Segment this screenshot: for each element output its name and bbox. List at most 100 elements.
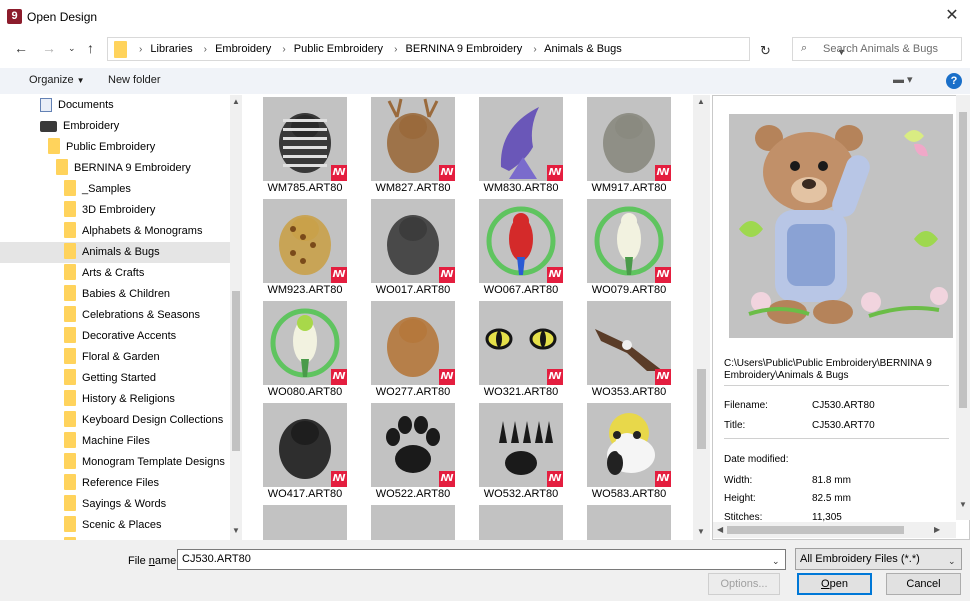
gallery-scroll-thumb[interactable] bbox=[697, 369, 706, 449]
file-name-label[interactable]: WO417.ART80 bbox=[243, 488, 367, 500]
tree-item[interactable]: Public Embroidery bbox=[0, 137, 230, 158]
tree-item[interactable]: Sayings & Words bbox=[0, 494, 230, 515]
file-name-label[interactable]: WO017.ART80 bbox=[351, 284, 475, 296]
tree-item[interactable]: History & Religions bbox=[0, 389, 230, 410]
file-name-label[interactable]: WM923.ART80 bbox=[243, 284, 367, 296]
tree-item[interactable]: Decorative Accents bbox=[0, 326, 230, 347]
breadcrumb-animals-bugs[interactable]: Animals & Bugs bbox=[544, 43, 622, 55]
options-button[interactable]: Options... bbox=[708, 573, 780, 595]
file-thumbnail[interactable]: ꟿ bbox=[371, 97, 455, 181]
tree-item[interactable]: Keyboard Design Collections bbox=[0, 410, 230, 431]
scroll-down-icon[interactable]: ▼ bbox=[697, 527, 705, 536]
file-thumbnail[interactable]: ꟿ bbox=[371, 301, 455, 385]
file-tile[interactable]: ꟿ WO522.ART80 bbox=[351, 403, 459, 503]
tree-item[interactable]: Celebrations & Seasons bbox=[0, 305, 230, 326]
search-box[interactable]: ⌕ Search Animals & Bugs bbox=[792, 37, 962, 61]
tree-item[interactable]: Machine Files bbox=[0, 431, 230, 452]
close-icon[interactable]: ✕ bbox=[942, 6, 962, 26]
tree-item[interactable]: Animals & Bugs bbox=[0, 242, 230, 263]
file-name-label[interactable]: WM917.ART80 bbox=[567, 182, 691, 194]
file-tile[interactable]: ꟿ WM785.ART80 bbox=[243, 97, 351, 197]
file-thumbnail[interactable]: ꟿ bbox=[263, 301, 347, 385]
file-thumbnail[interactable] bbox=[479, 505, 563, 540]
file-name-label[interactable]: WO583.ART80 bbox=[567, 488, 691, 500]
tree-item[interactable]: Monogram Template Designs bbox=[0, 452, 230, 473]
breadcrumb-bernina-9-embroidery[interactable]: BERNINA 9 Embroidery bbox=[406, 43, 523, 55]
up-arrow-icon[interactable]: ↑ bbox=[87, 40, 94, 56]
file-name-label[interactable]: WO532.ART80 bbox=[459, 488, 583, 500]
new-folder-button[interactable]: New folder bbox=[108, 74, 161, 86]
file-thumbnail[interactable]: ꟿ bbox=[587, 97, 671, 181]
file-thumbnail[interactable]: ꟿ bbox=[587, 403, 671, 487]
file-type-select[interactable]: All Embroidery Files (*.*) bbox=[795, 548, 962, 570]
file-tile[interactable]: ꟿ WO417.ART80 bbox=[243, 403, 351, 503]
breadcrumb-libraries[interactable]: Libraries bbox=[150, 43, 192, 55]
file-type-dropdown-icon[interactable]: ⌄ bbox=[948, 556, 956, 567]
file-name-label[interactable]: WM830.ART80 bbox=[459, 182, 583, 194]
file-tile[interactable]: ꟿ WM917.ART80 bbox=[567, 97, 675, 197]
file-tile[interactable]: ꟿ WO321.ART80 bbox=[459, 301, 567, 401]
refresh-icon[interactable]: ↻ bbox=[760, 43, 771, 59]
cancel-button[interactable]: Cancel bbox=[886, 573, 961, 595]
file-tile[interactable]: ꟿ WO080.ART80 bbox=[243, 301, 351, 401]
file-tile[interactable]: ꟿ WM923.ART80 bbox=[243, 199, 351, 299]
file-thumbnail[interactable]: ꟿ bbox=[587, 199, 671, 283]
tree-item[interactable]: 3D Embroidery bbox=[0, 200, 230, 221]
search-input[interactable]: Search Animals & Bugs bbox=[823, 43, 938, 55]
file-tile[interactable]: ꟿ WM827.ART80 bbox=[351, 97, 459, 197]
scroll-up-icon[interactable]: ▲ bbox=[232, 97, 240, 106]
file-thumbnail[interactable]: ꟿ bbox=[479, 403, 563, 487]
file-name-label[interactable]: WO522.ART80 bbox=[351, 488, 475, 500]
back-arrow-icon[interactable]: ← bbox=[14, 40, 28, 56]
file-name-label[interactable]: WM827.ART80 bbox=[351, 182, 475, 194]
address-bar[interactable]: › Libraries › Embroidery › Public Embroi… bbox=[107, 37, 846, 61]
tree-item[interactable]: _Samples bbox=[0, 179, 230, 200]
tree-item[interactable]: Floral & Garden bbox=[0, 347, 230, 368]
file-tile[interactable]: ꟿ WM830.ART80 bbox=[459, 97, 567, 197]
file-tile[interactable]: ꟿ WO017.ART80 bbox=[351, 199, 459, 299]
tree-item[interactable]: Documents bbox=[0, 95, 230, 116]
file-name-label[interactable]: WO277.ART80 bbox=[351, 386, 475, 398]
file-thumbnail[interactable]: ꟿ bbox=[263, 199, 347, 283]
scroll-down-icon[interactable]: ▼ bbox=[959, 500, 967, 509]
file-tile[interactable]: ꟿ WO079.ART80 bbox=[567, 199, 675, 299]
file-thumbnail[interactable]: ꟿ bbox=[371, 403, 455, 487]
breadcrumb-embroidery[interactable]: Embroidery bbox=[215, 43, 271, 55]
file-tile[interactable]: ꟿ WO583.ART80 bbox=[567, 403, 675, 503]
scroll-up-icon[interactable]: ▲ bbox=[697, 97, 705, 106]
file-name-label[interactable]: WO079.ART80 bbox=[567, 284, 691, 296]
file-thumbnail[interactable]: ꟿ bbox=[479, 301, 563, 385]
file-name-dropdown-icon[interactable]: ⌄ bbox=[772, 556, 780, 567]
scroll-right-icon[interactable]: ▶ bbox=[934, 525, 940, 534]
recent-locations-chevron-icon[interactable]: ⌄ bbox=[68, 43, 76, 54]
help-icon[interactable]: ? bbox=[946, 73, 962, 89]
forward-arrow-icon[interactable]: → bbox=[42, 40, 56, 56]
file-name-label[interactable]: WO080.ART80 bbox=[243, 386, 367, 398]
file-thumbnail[interactable]: ꟿ bbox=[263, 97, 347, 181]
gallery-scrollbar[interactable]: ▲ ▼ bbox=[693, 95, 710, 540]
tree-item[interactable]: Babies & Children bbox=[0, 284, 230, 305]
tree-item[interactable]: Reference Files bbox=[0, 473, 230, 494]
tree-item[interactable]: Alphabets & Monograms bbox=[0, 221, 230, 242]
file-name-label[interactable]: WO067.ART80 bbox=[459, 284, 583, 296]
breadcrumb-public-embroidery[interactable]: Public Embroidery bbox=[294, 43, 383, 55]
tree-item[interactable]: Arts & Crafts bbox=[0, 263, 230, 284]
preview-horizontal-scroll-thumb[interactable] bbox=[727, 526, 904, 534]
file-tile[interactable]: ꟿ WO353.ART80 bbox=[567, 301, 675, 401]
open-button[interactable]: Open bbox=[797, 573, 872, 595]
file-thumbnail[interactable] bbox=[371, 505, 455, 540]
file-thumbnail[interactable] bbox=[587, 505, 671, 540]
file-name-input[interactable]: CJ530.ART80 bbox=[177, 549, 786, 570]
scroll-left-icon[interactable]: ◀ bbox=[717, 525, 723, 534]
file-thumbnail[interactable]: ꟿ bbox=[479, 97, 563, 181]
preview-vertical-scroll-thumb[interactable] bbox=[959, 112, 967, 408]
tree-item[interactable]: Embroidery bbox=[0, 116, 230, 137]
file-thumbnail[interactable]: ꟿ bbox=[587, 301, 671, 385]
file-tile[interactable]: ꟿ WO532.ART80 bbox=[459, 403, 567, 503]
file-name-label[interactable]: WO321.ART80 bbox=[459, 386, 583, 398]
tree-scroll-thumb[interactable] bbox=[232, 291, 240, 451]
file-thumbnail[interactable]: ꟿ bbox=[263, 403, 347, 487]
change-view-icon[interactable]: ▬ ▾ bbox=[893, 73, 913, 86]
file-name-label[interactable]: WO353.ART80 bbox=[567, 386, 691, 398]
tree-item[interactable]: Scenic & Places bbox=[0, 515, 230, 536]
